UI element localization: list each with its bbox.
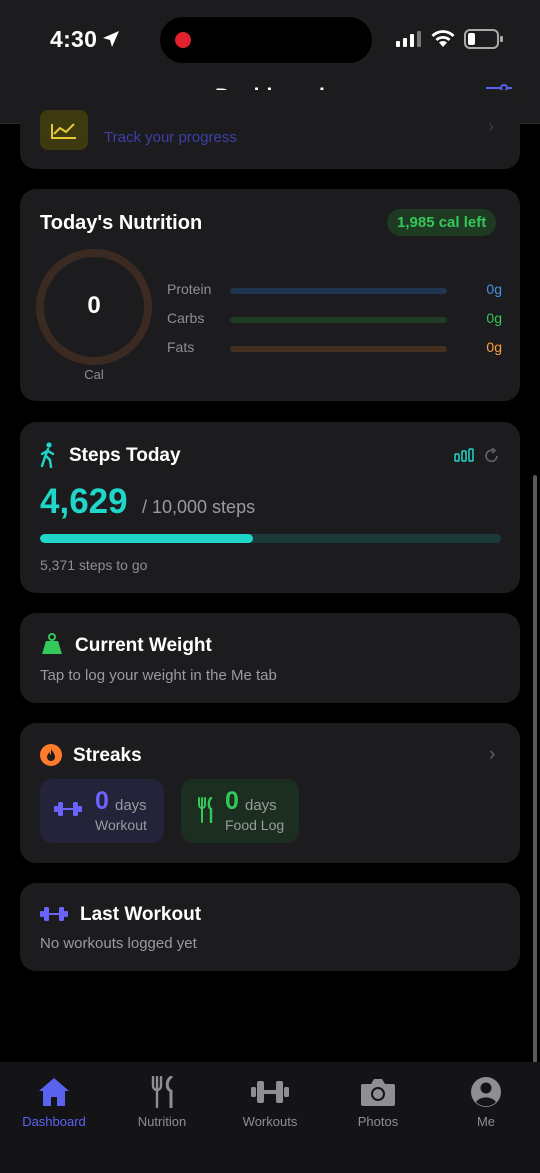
macro-track	[230, 317, 447, 323]
tab-label: Photos	[357, 1114, 399, 1129]
tab-label: Workouts	[242, 1114, 298, 1129]
walking-person-icon	[40, 442, 55, 468]
weight-scale-icon	[42, 633, 62, 654]
last-workout-title: Last Workout	[80, 904, 202, 925]
dumbbell-icon	[251, 1081, 289, 1103]
scrollbar[interactable]	[533, 475, 537, 1065]
fork-knife-icon	[198, 797, 213, 823]
bar-chart-icon[interactable]	[454, 448, 474, 462]
food-streak-label: Food Log	[225, 817, 285, 833]
macro-track	[230, 346, 447, 352]
cellular-signal-icon	[396, 31, 421, 47]
steps-title: Steps Today	[69, 445, 181, 466]
recording-dot-icon	[175, 32, 191, 48]
calories-left-badge: 1,985 cal left	[387, 209, 497, 236]
house-icon	[39, 1078, 69, 1106]
steps-count: 4,629	[40, 482, 128, 521]
status-time: 4:30	[50, 26, 98, 52]
tab-label: Dashboard	[22, 1114, 86, 1129]
last-workout-card[interactable]: Last Workout No workouts logged yet	[20, 883, 520, 971]
macro-value: 0g	[486, 339, 502, 355]
tab-workouts[interactable]: Workouts	[216, 1076, 324, 1136]
refresh-icon[interactable]	[484, 446, 500, 464]
streaks-title: Streaks	[73, 745, 142, 766]
weight-title: Current Weight	[75, 635, 212, 656]
workout-streak-label: Workout	[95, 817, 147, 833]
nutrition-title: Today's Nutrition	[40, 212, 203, 234]
macro-value: 0g	[486, 281, 502, 297]
tab-nutrition[interactable]: Nutrition	[108, 1076, 216, 1136]
flame-icon	[40, 744, 62, 766]
chevron-right-icon[interactable]: ›	[489, 744, 495, 766]
workout-streak-count: 0	[95, 787, 109, 815]
dumbbell-icon	[54, 802, 82, 816]
steps-progress-fill	[40, 534, 254, 543]
workout-streak: 0 days Workout	[40, 779, 164, 843]
workout-streak-unit: days	[115, 797, 147, 814]
chevron-right-icon: ›	[488, 116, 494, 136]
fork-knife-icon	[151, 1076, 173, 1108]
macro-label: Protein	[167, 281, 212, 297]
food-streak-unit: days	[245, 797, 277, 814]
battery-icon	[464, 29, 503, 49]
log-weight-subtitle: Track your progress	[104, 129, 237, 146]
status-bar: 4:30	[0, 0, 540, 78]
nutrition-card[interactable]: Today's Nutrition 1,985 cal left 0 Cal P…	[20, 189, 520, 401]
tab-bar: Dashboard Nutrition Workouts Photos Me	[0, 1062, 540, 1173]
last-workout-subtitle: No workouts logged yet	[40, 935, 197, 952]
tab-me[interactable]: Me	[432, 1076, 540, 1136]
wifi-icon	[431, 30, 455, 47]
macro-row-carbs: Carbs 0g	[167, 308, 502, 328]
food-log-streak: 0 days Food Log	[181, 779, 299, 843]
weight-subtitle: Tap to log your weight in the Me tab	[40, 667, 277, 684]
chart-line-icon	[40, 110, 88, 150]
steps-progress-bar	[40, 534, 501, 543]
macro-row-fats: Fats 0g	[167, 337, 502, 357]
calorie-value: 0	[87, 292, 101, 319]
log-weight-card[interactable]: Track your progress ›	[20, 90, 520, 169]
macro-label: Fats	[167, 339, 195, 355]
dumbbell-icon	[40, 907, 68, 921]
steps-remaining: 5,371 steps to go	[40, 557, 148, 573]
camera-icon	[361, 1079, 395, 1106]
macro-track	[230, 288, 447, 294]
calorie-label: Cal	[84, 367, 104, 382]
current-weight-card[interactable]: Current Weight Tap to log your weight in…	[20, 613, 520, 703]
location-arrow-icon	[103, 31, 119, 47]
tab-photos[interactable]: Photos	[324, 1076, 432, 1136]
tab-label: Me	[476, 1114, 496, 1129]
food-streak-count: 0	[225, 787, 239, 815]
dynamic-island	[160, 17, 372, 63]
steps-goal: / 10,000 steps	[142, 497, 256, 517]
streaks-card[interactable]: Streaks › 0 days Workout 0 days Food Log	[20, 723, 520, 863]
tab-dashboard[interactable]: Dashboard	[0, 1076, 108, 1136]
tab-label: Nutrition	[137, 1114, 187, 1129]
profile-icon	[471, 1077, 501, 1107]
macro-label: Carbs	[167, 310, 205, 326]
steps-card[interactable]: Steps Today 4,629 / 10,000 steps 5,371 s…	[20, 422, 520, 593]
macro-row-protein: Protein 0g	[167, 279, 502, 299]
macro-value: 0g	[486, 310, 502, 326]
